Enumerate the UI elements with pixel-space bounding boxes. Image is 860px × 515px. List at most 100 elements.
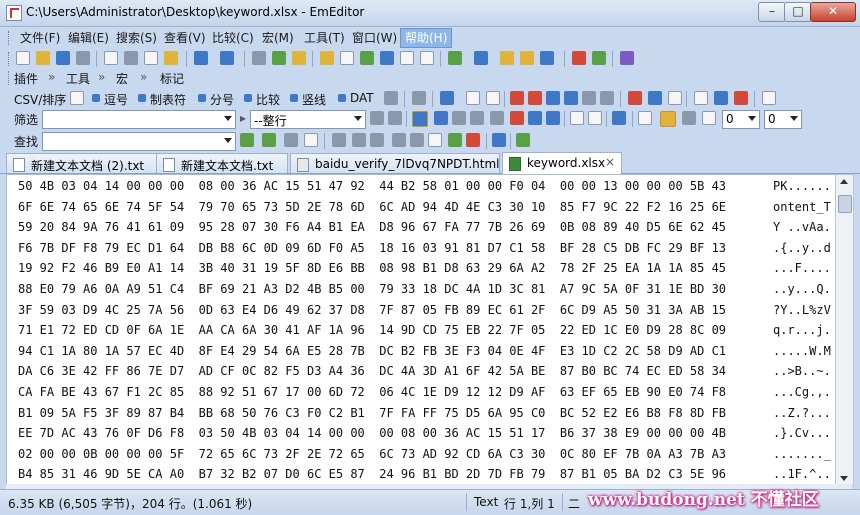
chevron-icon[interactable]: » bbox=[98, 70, 105, 84]
chevron-right-icon[interactable]: ▸ bbox=[240, 111, 246, 125]
word-wrap-icon[interactable] bbox=[340, 51, 354, 65]
semicolon-icon[interactable] bbox=[198, 94, 206, 102]
font-icon[interactable] bbox=[540, 51, 554, 65]
open-folder-icon[interactable] bbox=[36, 51, 50, 65]
status-position[interactable]: 行 1,列 1 bbox=[504, 495, 555, 512]
copy-icon[interactable] bbox=[570, 111, 584, 125]
pipe-button[interactable]: 竖线 bbox=[302, 91, 326, 108]
tab-separator-button[interactable]: 制表符 bbox=[150, 91, 186, 108]
sort-desc-icon[interactable] bbox=[528, 91, 542, 105]
toolbar-grip[interactable] bbox=[8, 52, 12, 66]
filter-input[interactable] bbox=[42, 110, 236, 129]
sort-num-icon[interactable] bbox=[546, 91, 560, 105]
close-icon[interactable]: × bbox=[605, 155, 615, 169]
markers-bar-label[interactable]: 标记 bbox=[160, 70, 184, 87]
maximize-button[interactable]: □ bbox=[784, 2, 812, 22]
wrap-around-icon[interactable] bbox=[428, 133, 442, 147]
record-macro-icon[interactable] bbox=[572, 51, 586, 65]
close-match-icon[interactable] bbox=[410, 133, 424, 147]
menu-edit[interactable]: 编辑(E) bbox=[64, 29, 113, 47]
scroll-up-icon[interactable] bbox=[840, 179, 848, 184]
grid-icon[interactable] bbox=[70, 91, 84, 105]
dat-icon[interactable] bbox=[338, 94, 346, 102]
find-prev-icon[interactable] bbox=[262, 133, 276, 147]
frame-icon[interactable] bbox=[668, 91, 682, 105]
print-icon[interactable] bbox=[104, 51, 118, 65]
vertical-scrollbar[interactable] bbox=[835, 174, 854, 486]
window-icon[interactable] bbox=[400, 51, 414, 65]
filter-count-select-a[interactable]: 0 bbox=[722, 110, 760, 129]
lock-icon[interactable] bbox=[660, 111, 676, 127]
semicolon-button[interactable]: 分号 bbox=[210, 91, 234, 108]
find-in-files-icon[interactable] bbox=[304, 133, 318, 147]
tab-keyword-xlsx[interactable]: keyword.xlsx × bbox=[502, 152, 622, 174]
toolbar-grip[interactable] bbox=[8, 71, 12, 85]
menu-window[interactable]: 窗口(W) bbox=[348, 29, 401, 47]
macro-bar-label[interactable]: 宏 bbox=[116, 70, 128, 87]
window-icon[interactable] bbox=[638, 111, 652, 125]
sort-length-icon[interactable] bbox=[582, 91, 596, 105]
search-icon[interactable] bbox=[284, 133, 298, 147]
comma-button[interactable]: 逗号 bbox=[104, 91, 128, 108]
window-tile-icon[interactable] bbox=[420, 51, 434, 65]
sort-asc-icon[interactable] bbox=[510, 91, 524, 105]
run-macro-icon[interactable] bbox=[592, 51, 606, 65]
save-icon[interactable] bbox=[56, 51, 70, 65]
hex-editor-area[interactable]: 50 4B 03 04 14 00 00 00 08 00 36 AC 15 5… bbox=[6, 174, 836, 486]
sort-num-desc-icon[interactable] bbox=[564, 91, 578, 105]
customize-icon[interactable] bbox=[520, 51, 534, 65]
split-window-icon[interactable] bbox=[380, 51, 394, 65]
abc-icon[interactable] bbox=[628, 91, 642, 105]
cut-icon[interactable] bbox=[124, 51, 138, 65]
regex-icon[interactable] bbox=[434, 111, 448, 125]
tab-new-text[interactable]: 新建文本文档.txt bbox=[156, 153, 288, 173]
chevron-icon[interactable]: » bbox=[48, 70, 55, 84]
whole-word-icon[interactable] bbox=[370, 133, 384, 147]
save-all-icon[interactable] bbox=[76, 51, 90, 65]
chevron-down-icon[interactable] bbox=[224, 138, 232, 143]
find-next-icon[interactable] bbox=[240, 133, 254, 147]
column-icon[interactable] bbox=[486, 91, 500, 105]
status-mode[interactable]: Text bbox=[474, 495, 498, 509]
chevron-down-icon[interactable] bbox=[354, 116, 362, 121]
find-icon[interactable] bbox=[252, 51, 266, 65]
menu-tools[interactable]: 工具(T) bbox=[300, 29, 349, 47]
close-button[interactable]: ✕ bbox=[810, 2, 856, 22]
compare-button[interactable]: 比较 bbox=[256, 91, 280, 108]
number-icon[interactable] bbox=[694, 91, 708, 105]
escape-seq-icon[interactable] bbox=[452, 111, 466, 125]
columns-icon[interactable] bbox=[440, 91, 454, 105]
scrollbar-thumb[interactable] bbox=[838, 195, 852, 213]
menu-help[interactable]: 帮助(H) bbox=[400, 28, 453, 48]
escape-seq-icon[interactable] bbox=[352, 133, 366, 147]
match-case-icon[interactable] bbox=[490, 111, 504, 125]
chevron-down-icon[interactable] bbox=[748, 116, 756, 121]
tab-baidu-verify[interactable]: baidu_verify_7lDvq7NPDT.html bbox=[290, 153, 500, 173]
find-input[interactable] bbox=[42, 132, 236, 151]
filter-cell-icon[interactable] bbox=[546, 111, 560, 125]
chevron-down-icon[interactable] bbox=[224, 116, 232, 121]
dat-button[interactable]: DAT bbox=[350, 91, 374, 105]
column-select-icon[interactable] bbox=[466, 91, 480, 105]
find-next-icon[interactable] bbox=[272, 51, 286, 65]
filter-close-icon[interactable] bbox=[388, 111, 402, 125]
whole-word-icon[interactable] bbox=[470, 111, 484, 125]
undo-icon[interactable] bbox=[194, 51, 208, 65]
replace-icon[interactable] bbox=[292, 51, 306, 65]
arrow-right-icon[interactable] bbox=[516, 133, 530, 147]
highlight-icon[interactable] bbox=[466, 133, 480, 147]
filter-mode-select[interactable]: --整行 bbox=[250, 110, 366, 129]
new-file-icon[interactable] bbox=[16, 51, 30, 65]
menu-view[interactable]: 查看(V) bbox=[160, 29, 210, 47]
scroll-down-icon[interactable] bbox=[840, 476, 848, 481]
paste-icon[interactable] bbox=[164, 51, 178, 65]
menu-grip[interactable] bbox=[8, 31, 12, 45]
regex-icon[interactable] bbox=[332, 133, 346, 147]
filter-count-select-b[interactable]: 0 bbox=[764, 110, 802, 129]
minimize-button[interactable]: – bbox=[758, 2, 786, 22]
tab-sep-icon[interactable] bbox=[138, 94, 146, 102]
filter-apply-icon[interactable] bbox=[370, 111, 384, 125]
tools-icon[interactable] bbox=[412, 91, 426, 105]
document-icon[interactable] bbox=[588, 111, 602, 125]
incremental-icon[interactable] bbox=[448, 133, 462, 147]
